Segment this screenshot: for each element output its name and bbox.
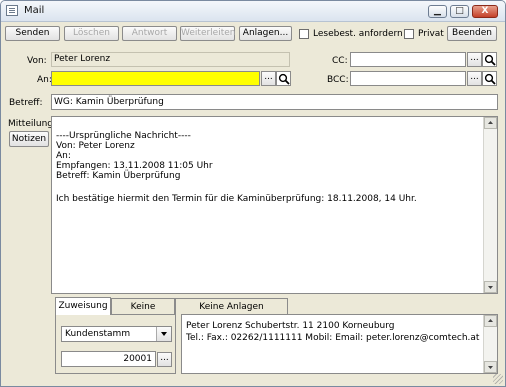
read-receipt-checkbox[interactable] [299,29,309,39]
body-line: ----Ursprüngliche Nachricht---- [56,131,191,141]
to-label: An: [37,75,52,85]
bcc-field[interactable] [350,71,466,86]
tab-attachments[interactable]: Keine Anlagen vorhanden [175,298,288,328]
attachments-button[interactable]: Anlagen... [239,26,292,41]
scroll-up-arrow[interactable] [484,117,497,129]
private-label: Privat [418,29,444,39]
subject-field[interactable]: WG: Kamin Überprüfung [51,94,498,110]
contact-line-address: Peter Lorenz Schubertstr. 11 2100 Korneu… [186,321,395,331]
arrow-up-icon [488,121,493,124]
dropdown-button[interactable] [156,327,171,341]
scroll-down-arrow[interactable] [484,281,497,293]
from-field: Peter Lorenz [51,52,290,67]
cc-field[interactable] [350,52,466,67]
cc-browse-button[interactable]: ... [467,52,482,67]
message-body[interactable]: ----Ursprüngliche Nachricht---- Von: Pet… [51,116,498,294]
body-line: An: [56,151,71,161]
title-bar: Mail ▁ □ X [1,1,505,22]
notes-button[interactable]: Notizen [9,131,49,147]
customer-browse-button[interactable]: ... [157,352,172,367]
forward-button[interactable]: Weiterleiten [180,26,235,41]
mail-window: Mail ▁ □ X Senden Löschen Antwort Weiter… [0,0,506,387]
bcc-search-button[interactable] [482,71,497,86]
assignment-panel: Kundenstamm 20001 ... [55,314,176,374]
contact-line-details: Tel.: Fax.: 02262/1111111 Mobil: Email: … [186,333,480,343]
read-receipt-label: Lesebest. anfordern [313,29,403,39]
assignment-select[interactable]: Kundenstamm [61,326,172,342]
scroll-up-arrow[interactable] [484,315,497,327]
body-line: Betreff: Kamin Überprüfung [56,171,181,181]
bcc-label: BCC: [327,75,349,85]
to-field[interactable] [51,71,260,86]
close-button[interactable]: Beenden [447,26,497,41]
assignment-select-value: Kundenstamm [65,329,131,339]
cc-label: CC: [332,56,348,66]
private-checkbox[interactable] [404,29,414,39]
customer-number-field[interactable]: 20001 [61,351,156,367]
magnifier-icon [484,54,496,66]
tab-projects[interactable]: Keine Projekte [111,298,175,328]
to-search-button[interactable] [276,71,291,86]
to-browse-button[interactable]: ... [261,71,276,86]
message-scrollbar[interactable] [483,117,497,293]
tab-assignment[interactable]: Zuweisung [55,297,111,315]
send-button[interactable]: Senden [5,26,60,41]
magnifier-icon [484,73,496,85]
contact-scrollbar[interactable] [483,315,497,373]
arrow-down-icon [488,286,493,289]
body-line: Von: Peter Lorenz [56,141,135,151]
bcc-browse-button[interactable]: ... [467,71,482,86]
body-line: Ich bestätige hiermit den Termin für die… [56,194,417,204]
maximize-button[interactable]: □ [450,5,469,18]
contact-info: Peter Lorenz Schubertstr. 11 2100 Korneu… [181,314,498,374]
delete-button[interactable]: Löschen [64,26,119,41]
message-label: Mitteilung: [8,119,57,129]
arrow-up-icon [488,319,493,322]
scroll-down-arrow[interactable] [484,361,497,373]
chevron-down-icon [161,332,167,336]
cc-search-button[interactable] [482,52,497,67]
from-label: Von: [27,56,47,66]
arrow-down-icon [488,366,493,369]
mail-window-icon [6,5,18,16]
reply-button[interactable]: Antwort [122,26,177,41]
minimize-button[interactable]: ▁ [428,5,447,18]
window-title: Mail [24,5,45,16]
resize-grip[interactable] [493,374,503,384]
body-line: Empfangen: 13.11.2008 11:05 Uhr [56,161,213,171]
subject-label: Betreff: [9,98,43,108]
magnifier-icon [278,73,290,85]
close-window-button[interactable]: X [472,5,498,18]
